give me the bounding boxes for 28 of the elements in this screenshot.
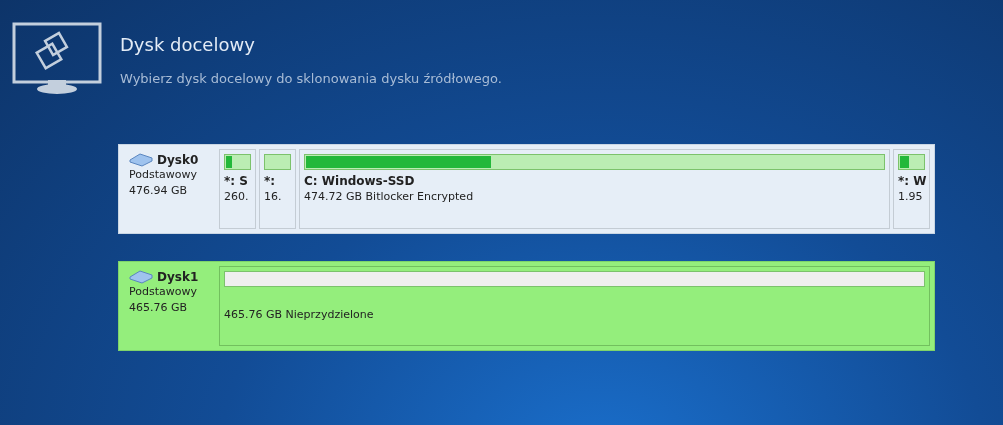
page-subtitle: Wybierz dysk docelowy do sklonowania dysku źródłowego.: [120, 71, 502, 86]
disk-type: Podstawowy: [129, 167, 198, 183]
partition-size: 260.: [224, 189, 250, 205]
usage-bar: [264, 154, 291, 170]
disk-name: Dysk1: [157, 270, 199, 284]
disk-card[interactable]: Dysk1 Podstawowy 465.76 GB 465.76 GB Nieprzydzielone: [118, 261, 935, 351]
partition-size: 465.76 GB Nieprzydzielone: [224, 307, 375, 323]
partition-label: C: Windows-SSD: [304, 173, 416, 189]
page-title: Dysk docelowy: [120, 34, 256, 55]
partition-block[interactable]: *: S 260.: [219, 149, 256, 229]
partition-block[interactable]: *: W 1.95: [893, 149, 930, 229]
partition-size: 1.95: [898, 189, 924, 205]
monitor-icon: [12, 22, 102, 96]
usage-bar: [898, 154, 925, 170]
partition-label: *: W: [898, 173, 925, 189]
disk-type: Podstawowy: [129, 284, 198, 300]
partition-label: *:: [264, 173, 277, 189]
partition-label: *: S: [224, 173, 249, 189]
disk-card[interactable]: Dysk0 Podstawowy 476.94 GB *: S 260. *: 16. C: Windows-SSD 474.72 GB Bitlocker Encrypted *: W 1.95: [118, 144, 935, 234]
partition-block[interactable]: *: 16.: [259, 149, 296, 229]
disk-name: Dysk0: [157, 153, 199, 167]
partition-block[interactable]: 465.76 GB Nieprzydzielone: [219, 266, 930, 346]
disk-size: 476.94 GB: [129, 183, 189, 199]
partition-block[interactable]: C: Windows-SSD 474.72 GB Bitlocker Encrypted: [299, 149, 890, 229]
disk-size: 465.76 GB: [129, 300, 189, 316]
usage-bar: [224, 154, 251, 170]
partition-size: 474.72 GB Bitlocker Encrypted: [304, 189, 475, 205]
partition-size: 16.: [264, 189, 283, 205]
